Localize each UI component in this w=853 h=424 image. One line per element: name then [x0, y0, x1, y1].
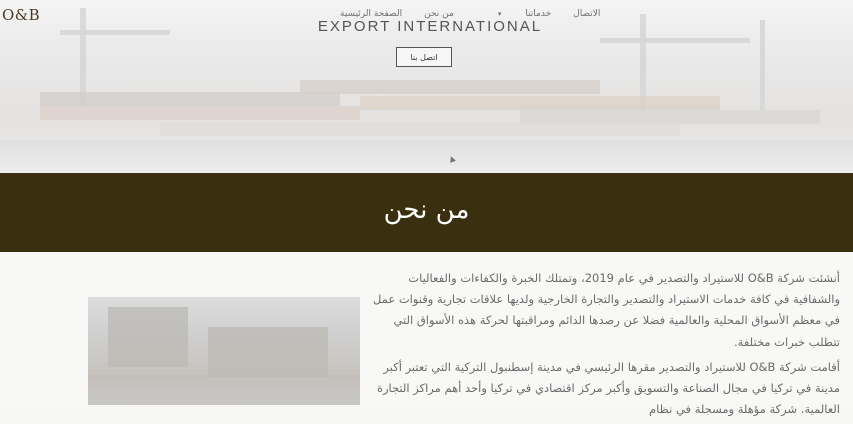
about-banner: من نحن — [0, 173, 853, 252]
about-paragraph: أنشئت شركة O&B للاستيراد والتصدير في عام… — [372, 271, 840, 349]
nav-item-contact[interactable]: الاتصال — [573, 9, 600, 19]
about-text: أنشئت شركة O&B للاستيراد والتصدير في عام… — [362, 268, 840, 424]
about-image — [88, 297, 360, 405]
hero-title: EXPORT INTERNATIONAL — [317, 18, 543, 34]
brand-logo[interactable]: O&B — [2, 6, 40, 24]
about-image-shape — [108, 307, 188, 367]
page-title: من نحن — [383, 195, 470, 225]
about-paragraph: أقامت شركة O&B للاستيراد والتصدير مقرها … — [376, 359, 840, 417]
hero-section: O&B الصفحة الرئيسية من نحن خدماتنا▾ الات… — [0, 0, 853, 173]
contact-us-button[interactable]: اتصل بنا — [396, 47, 452, 67]
about-image-shape — [208, 327, 328, 377]
about-image-shape — [88, 375, 360, 405]
